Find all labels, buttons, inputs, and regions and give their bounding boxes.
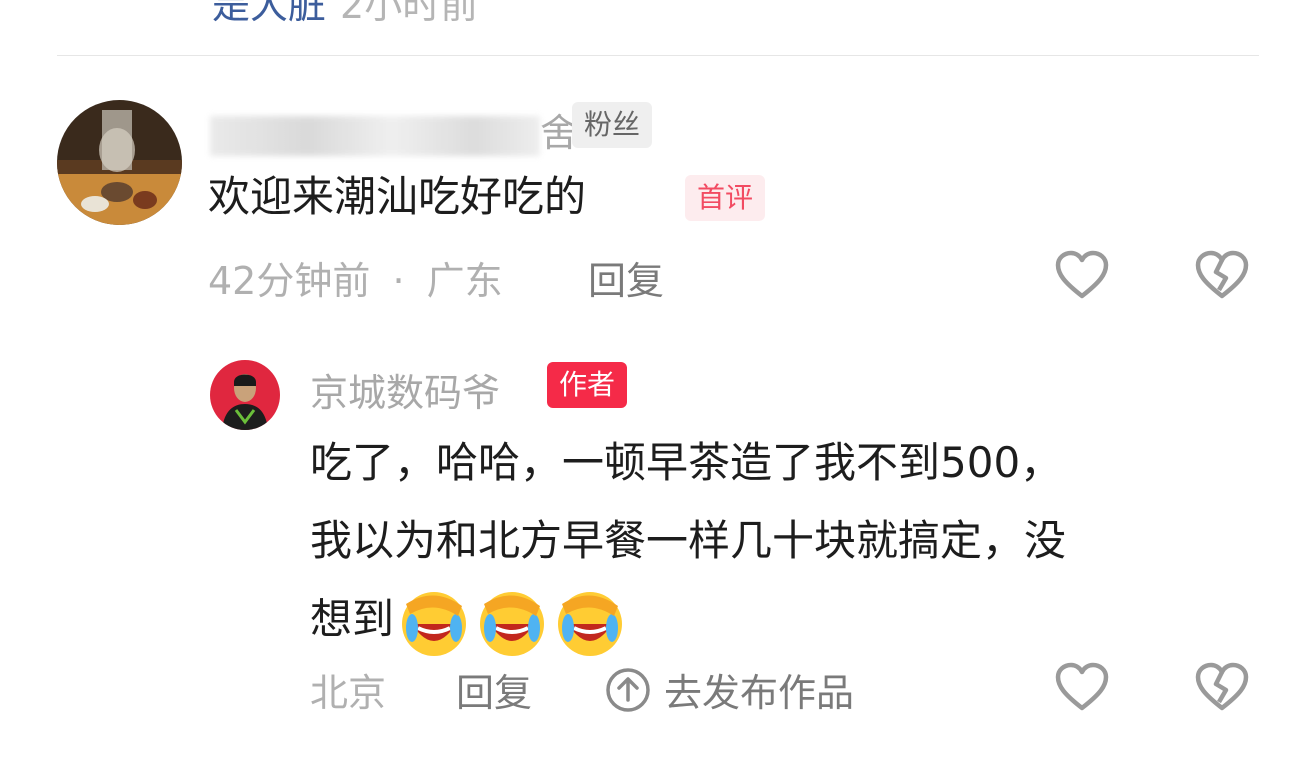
- facepalm-laugh-emoji: [474, 584, 550, 660]
- first-comment-badge: 首评: [685, 175, 766, 221]
- heart-outline-icon[interactable]: [1054, 248, 1110, 304]
- comment-reply-button[interactable]: 回复: [588, 250, 664, 305]
- author-avatar[interactable]: [210, 360, 280, 430]
- comment-meta: 42分钟前 · 广东: [208, 250, 503, 305]
- divider: [57, 55, 1259, 56]
- facepalm-laugh-emoji: [396, 584, 472, 660]
- author-reply-text: 吃了，哈哈，一顿早茶造了我不到500， 我以为和北方早餐一样几十块就搞定，没 想…: [310, 428, 1066, 662]
- author-reply-button[interactable]: 回复: [456, 662, 532, 717]
- publish-work-label: 去发布作品: [664, 671, 855, 715]
- comment-location: 广东: [426, 259, 503, 303]
- author-badge: 作者: [547, 362, 628, 408]
- publish-work-button[interactable]: 去发布作品: [604, 662, 854, 717]
- facepalm-laugh-emoji: [552, 584, 628, 660]
- previous-comment-fragment: 是大脏 2小时前: [212, 0, 478, 29]
- meta-separator: ·: [392, 259, 405, 303]
- author-username[interactable]: 京城数码爷: [310, 362, 500, 417]
- broken-heart-icon[interactable]: [1194, 248, 1250, 304]
- comment-time: 42分钟前: [208, 259, 371, 303]
- broken-heart-icon[interactable]: [1194, 660, 1250, 716]
- commenter-username[interactable]: 舍: [210, 102, 578, 157]
- previous-comment-time: 2小时前: [340, 0, 479, 27]
- redacted-name-blur: [210, 115, 540, 156]
- upload-circle-icon: [606, 667, 650, 712]
- author-reply-location: 北京: [310, 671, 387, 715]
- commenter-avatar[interactable]: [57, 100, 182, 225]
- reply-line-1: 吃了，哈哈，一顿早茶造了我不到500，: [310, 438, 1063, 487]
- comment-text: 欢迎来潮汕吃好吃的: [208, 172, 587, 221]
- reply-line-3: 想到: [310, 584, 1066, 662]
- reply-line-2: 我以为和北方早餐一样几十块就搞定，没: [310, 516, 1067, 565]
- previous-comment-username[interactable]: 是大脏: [212, 0, 326, 27]
- fan-badge: 粉丝: [572, 102, 653, 148]
- heart-outline-icon[interactable]: [1054, 660, 1110, 716]
